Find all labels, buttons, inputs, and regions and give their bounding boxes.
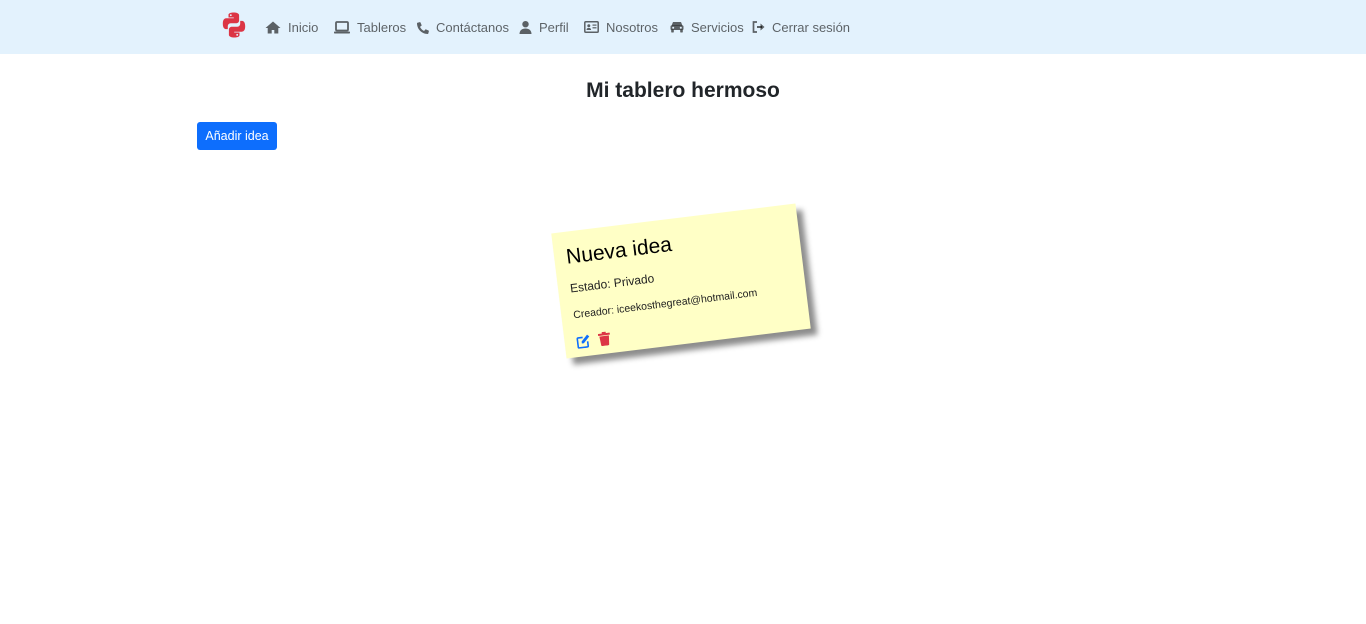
- nav-item-contactanos[interactable]: Contáctanos: [417, 0, 509, 54]
- idea-note: Nueva idea Estado: Privado Creador: icee…: [551, 203, 811, 359]
- nav-item-perfil[interactable]: Perfil: [519, 0, 569, 54]
- laptop-icon: [334, 20, 350, 34]
- home-icon: [265, 21, 281, 34]
- python-logo-icon[interactable]: [220, 11, 248, 39]
- nav-item-inicio[interactable]: Inicio: [265, 0, 318, 54]
- nav-item-tableros[interactable]: Tableros: [334, 0, 406, 54]
- nav-item-nosotros[interactable]: Nosotros: [584, 0, 658, 54]
- edit-icon[interactable]: [576, 334, 592, 350]
- page-title: Mi tablero hermoso: [586, 79, 780, 102]
- nav-label: Tableros: [357, 19, 407, 35]
- car-icon: [670, 21, 684, 33]
- add-idea-button[interactable]: Añadir idea: [197, 122, 277, 150]
- id-card-icon: [584, 21, 599, 33]
- nav-label: Contáctanos: [436, 19, 509, 35]
- nav-label: Cerrar sesión: [772, 19, 851, 35]
- nav-label: Servicios: [691, 19, 744, 35]
- sign-out-icon: [752, 21, 765, 33]
- nav-label: Perfil: [539, 19, 569, 35]
- phone-icon: [417, 21, 429, 34]
- navbar: Inicio Tableros Contáctanos Perfil Nosot…: [0, 0, 1366, 54]
- user-icon: [519, 20, 532, 34]
- trash-icon[interactable]: [597, 331, 612, 347]
- nav-label: Inicio: [288, 19, 319, 35]
- nav-label: Nosotros: [606, 19, 659, 35]
- nav-item-cerrar-sesion[interactable]: Cerrar sesión: [752, 0, 850, 54]
- nav-item-servicios[interactable]: Servicios: [670, 0, 744, 54]
